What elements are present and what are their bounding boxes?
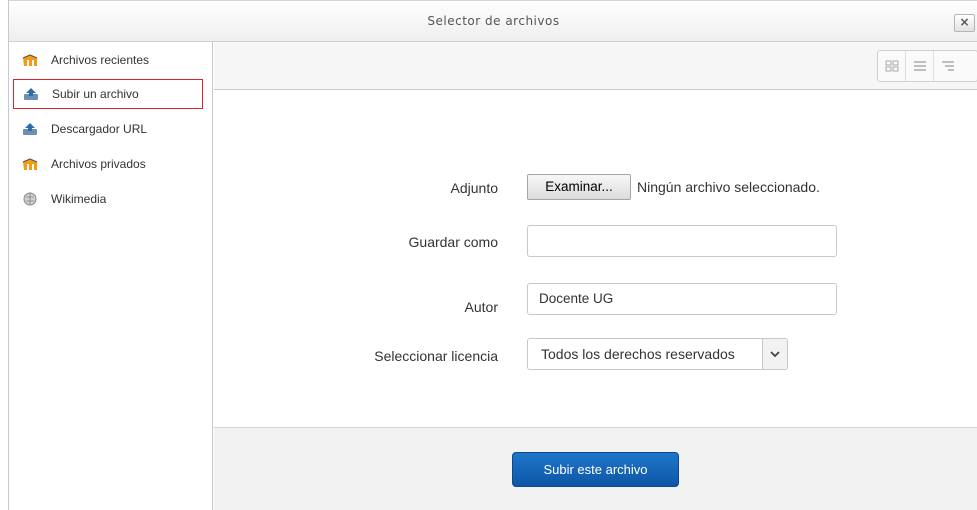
moodle-repository-icon — [22, 53, 38, 67]
author-label: Autor — [464, 299, 498, 315]
sidebar-item-wikimedia[interactable]: Wikimedia — [13, 184, 203, 214]
sidebar-item-label: Archivos recientes — [51, 53, 150, 67]
save-as-label: Guardar como — [408, 234, 498, 250]
dialog-title: Selector de archivos — [427, 14, 560, 28]
dialog-titlebar: Selector de archivos × — [9, 0, 977, 42]
chevron-down-icon — [762, 339, 787, 369]
sidebar-item-label: Subir un archivo — [52, 87, 139, 101]
browse-button[interactable]: Examinar... — [527, 174, 631, 200]
license-label: Seleccionar licencia — [374, 348, 498, 364]
view-toolbar — [214, 42, 977, 90]
dialog-footer: Subir este archivo — [214, 427, 977, 510]
close-button[interactable]: × — [954, 14, 975, 32]
sidebar-item-descargador-url[interactable]: Descargador URL — [13, 114, 203, 144]
upload-icon — [23, 87, 39, 101]
license-selected-value: Todos los derechos reservados — [541, 346, 735, 362]
icon-view-icon — [885, 57, 899, 76]
save-as-input[interactable] — [527, 225, 837, 257]
list-view-button[interactable] — [906, 51, 934, 81]
author-input[interactable]: Docente UG — [527, 283, 837, 315]
sidebar-item-archivos-recientes[interactable]: Archivos recientes — [13, 45, 203, 75]
license-select[interactable]: Todos los derechos reservados — [527, 338, 788, 370]
close-icon: × — [959, 15, 970, 29]
list-view-icon — [913, 57, 927, 76]
no-file-text: Ningún archivo seleccionado. — [637, 179, 820, 195]
sidebar-item-label: Wikimedia — [51, 192, 107, 206]
url-download-icon — [22, 122, 38, 136]
moodle-repository-icon — [22, 157, 38, 171]
upload-file-button[interactable]: Subir este archivo — [512, 452, 679, 487]
tree-view-icon — [941, 57, 955, 76]
attachment-label: Adjunto — [450, 180, 498, 196]
sidebar-item-subir-un-archivo[interactable]: Subir un archivo — [13, 79, 203, 109]
view-mode-switcher — [877, 50, 977, 82]
wikimedia-icon — [22, 192, 38, 206]
sidebar-item-archivos-privados[interactable]: Archivos privados — [13, 149, 203, 179]
icon-view-button[interactable] — [878, 51, 906, 81]
tree-view-button[interactable] — [934, 51, 962, 81]
sidebar-item-label: Descargador URL — [51, 122, 148, 136]
sidebar-item-label: Archivos privados — [51, 157, 146, 171]
upload-form: Adjunto Examinar... Ningún archivo selec… — [214, 90, 977, 427]
file-picker-dialog: Selector de archivos × Archivos reciente… — [8, 0, 977, 510]
repository-sidebar: Archivos recientes Subir un archivo Desc… — [9, 42, 213, 510]
